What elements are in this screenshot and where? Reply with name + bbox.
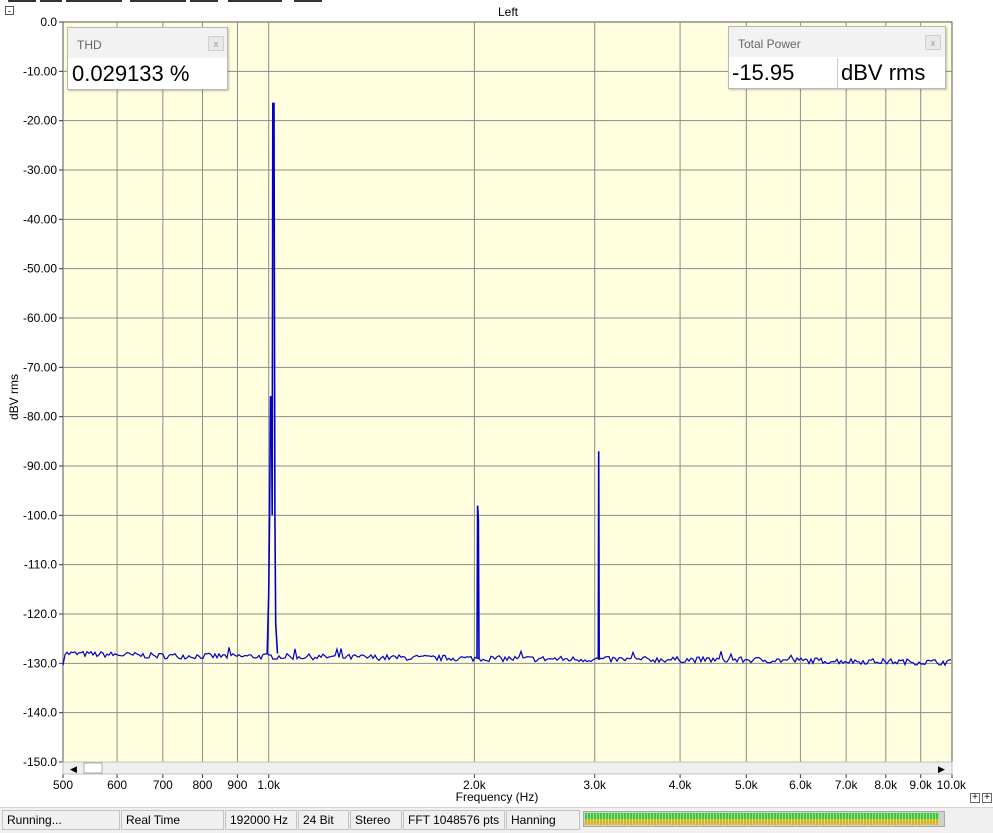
y-tick-label: -50.00: [23, 262, 57, 276]
y-tick-label: -110.0: [24, 558, 57, 572]
horizontal-scrollbar[interactable]: [62, 761, 953, 775]
chart-title: Left: [497, 5, 518, 19]
harmonic-peak: [597, 451, 600, 659]
status-fft-size: FFT 1048576 pts: [403, 810, 505, 830]
thd-value: 0.029133 %: [72, 61, 190, 86]
status-channels: Stereo: [350, 810, 402, 830]
zoom-in-x-button[interactable]: +: [970, 793, 980, 803]
scroll-right-icon[interactable]: ▶: [938, 765, 945, 775]
x-axis-label: Frequency (Hz): [456, 790, 539, 804]
x-tick-label: 4.0k: [669, 778, 693, 792]
thd-close-icon[interactable]: x: [208, 36, 224, 51]
thd-panel[interactable]: THD x 0.029133 %: [67, 27, 228, 90]
x-tick-label: 3.0k: [583, 778, 607, 792]
x-tick-label: 7.0k: [835, 778, 859, 792]
status-bar: Running... Real Time 192000 Hz 24 Bit St…: [0, 807, 993, 833]
y-tick-label: -20.00: [23, 114, 57, 128]
level-meter-fill-right: [585, 819, 940, 825]
total-power-close-icon[interactable]: x: [925, 35, 941, 50]
unit-divider: [837, 58, 838, 88]
total-power-panel-header[interactable]: Total Power: [729, 27, 945, 57]
y-tick-label: -10.00: [23, 64, 57, 78]
y-tick-label: -90.00: [23, 459, 57, 473]
status-bit-depth: 24 Bit: [298, 810, 349, 830]
x-tick-label: 8.0k: [874, 778, 898, 792]
total-power-value: -15.95: [732, 60, 795, 85]
y-tick-label: -100.0: [23, 508, 57, 522]
x-tick-label: 700: [153, 778, 173, 792]
y-tick-label: -120.0: [23, 607, 57, 621]
y-tick-label: -40.00: [23, 212, 57, 226]
total-power-panel-title: Total Power: [738, 37, 801, 51]
x-tick-label: 900: [227, 778, 247, 792]
status-running: Running...: [2, 810, 120, 830]
status-window-function: Hanning: [506, 810, 580, 830]
total-power-panel[interactable]: Total Power x -15.95 dBV rms: [728, 26, 946, 89]
y-tick-label: -130.0: [23, 656, 57, 670]
y-tick-label: -30.00: [23, 163, 57, 177]
thd-panel-title: THD: [77, 38, 102, 52]
scrollbar-thumb[interactable]: [83, 762, 103, 774]
x-tick-label: 500: [53, 778, 73, 792]
total-power-unit: dBV rms: [841, 60, 926, 85]
y-tick-label: -150.0: [23, 755, 57, 769]
x-tick-label: 1.0k: [257, 778, 281, 792]
x-tick-label: 5.0k: [735, 778, 759, 792]
y-tick-label: -140.0: [23, 706, 57, 720]
x-tick-label: 800: [192, 778, 212, 792]
x-tick-label: 600: [107, 778, 127, 792]
scroll-left-icon[interactable]: ◀: [70, 765, 77, 775]
x-tick-label: 9.0k: [909, 778, 933, 792]
status-mode: Real Time: [121, 810, 224, 830]
x-tick-label: 10.0k: [937, 778, 967, 792]
y-axis-label: dBV rms: [7, 374, 21, 420]
y-axis-tick-labels: 0.0-10.00-20.00-30.00-40.00-50.00-60.00-…: [23, 15, 57, 769]
level-meter: [583, 811, 945, 827]
x-tick-label: 6.0k: [789, 778, 813, 792]
y-tick-label: -80.00: [23, 410, 57, 424]
thd-panel-header[interactable]: THD: [68, 28, 227, 58]
y-tick-label: -70.00: [23, 360, 57, 374]
spectrum-chart: 0.0-10.00-20.00-30.00-40.00-50.00-60.00-…: [7, 15, 967, 804]
zoom-in-y-button[interactable]: +: [982, 793, 992, 803]
y-tick-label: -60.00: [23, 311, 57, 325]
plot-area: [62, 21, 953, 763]
status-sample-rate: 192000 Hz: [225, 810, 297, 830]
